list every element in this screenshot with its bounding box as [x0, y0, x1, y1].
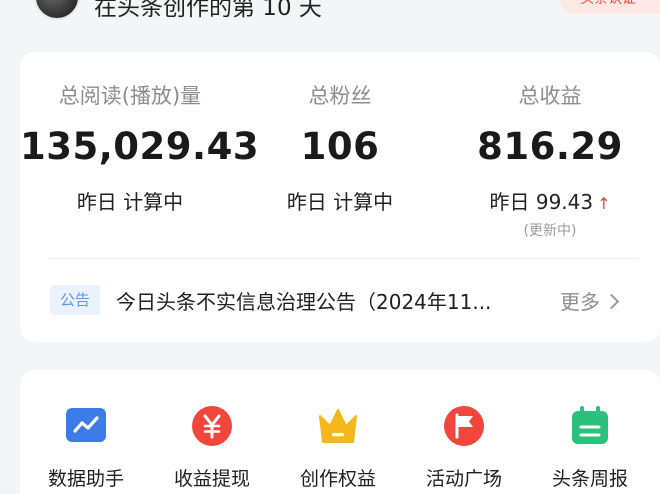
stat-yesterday: 昨日 计算中: [76, 190, 184, 214]
tools-card: 数据助手 收益提现 创作权益 活动广场 头条周报: [20, 370, 660, 494]
crown-icon: [319, 409, 357, 443]
stat-label: 总粉丝: [308, 84, 372, 108]
updating-note: (更新中): [523, 223, 577, 239]
more-label: 更多: [560, 290, 600, 314]
creation-days-title: 在头条创作的第 10 天: [94, 0, 322, 21]
notice-tag: 公告: [50, 285, 100, 315]
stat-yesterday: 昨日 99.43 ↑: [440, 186, 660, 215]
tool-label: 头条周报: [551, 468, 628, 490]
flag-icon: [444, 406, 484, 446]
stat-label: 总阅读(播放)量: [58, 84, 202, 108]
top-header: 在头条创作的第 10 天 头条认证: [0, 0, 660, 34]
tool-label: 数据助手: [47, 468, 124, 490]
chevron-right-icon: [603, 293, 620, 310]
more-link[interactable]: 更多: [560, 286, 620, 315]
notice-text[interactable]: 今日头条不实信息治理公告（2024年11...: [116, 286, 556, 315]
stat-label: 总收益: [518, 84, 582, 108]
trend-up-icon: ↑: [597, 194, 611, 213]
yuan-icon: [192, 406, 232, 446]
avatar[interactable]: [34, 0, 80, 20]
divider: [48, 258, 638, 259]
calendar-icon: [572, 406, 608, 444]
stat-value: 816.29: [477, 125, 623, 168]
stat-yesterday: 昨日 计算中: [286, 190, 394, 214]
tool-label: 收益提现: [173, 468, 250, 490]
tool-label: 创作权益: [299, 468, 376, 490]
stat-value: 106: [300, 125, 380, 168]
chart-trend-icon: [66, 408, 106, 442]
tool-label: 活动广场: [425, 468, 502, 490]
stat-value: 135,029.43: [20, 125, 260, 168]
stats-card: 总阅读(播放)量 135,029.43 昨日 计算中 总粉丝 106 昨日 计算…: [20, 52, 660, 342]
stat-yesterday-text: 昨日 99.43: [489, 190, 594, 214]
certification-badge[interactable]: 头条认证: [560, 0, 660, 14]
